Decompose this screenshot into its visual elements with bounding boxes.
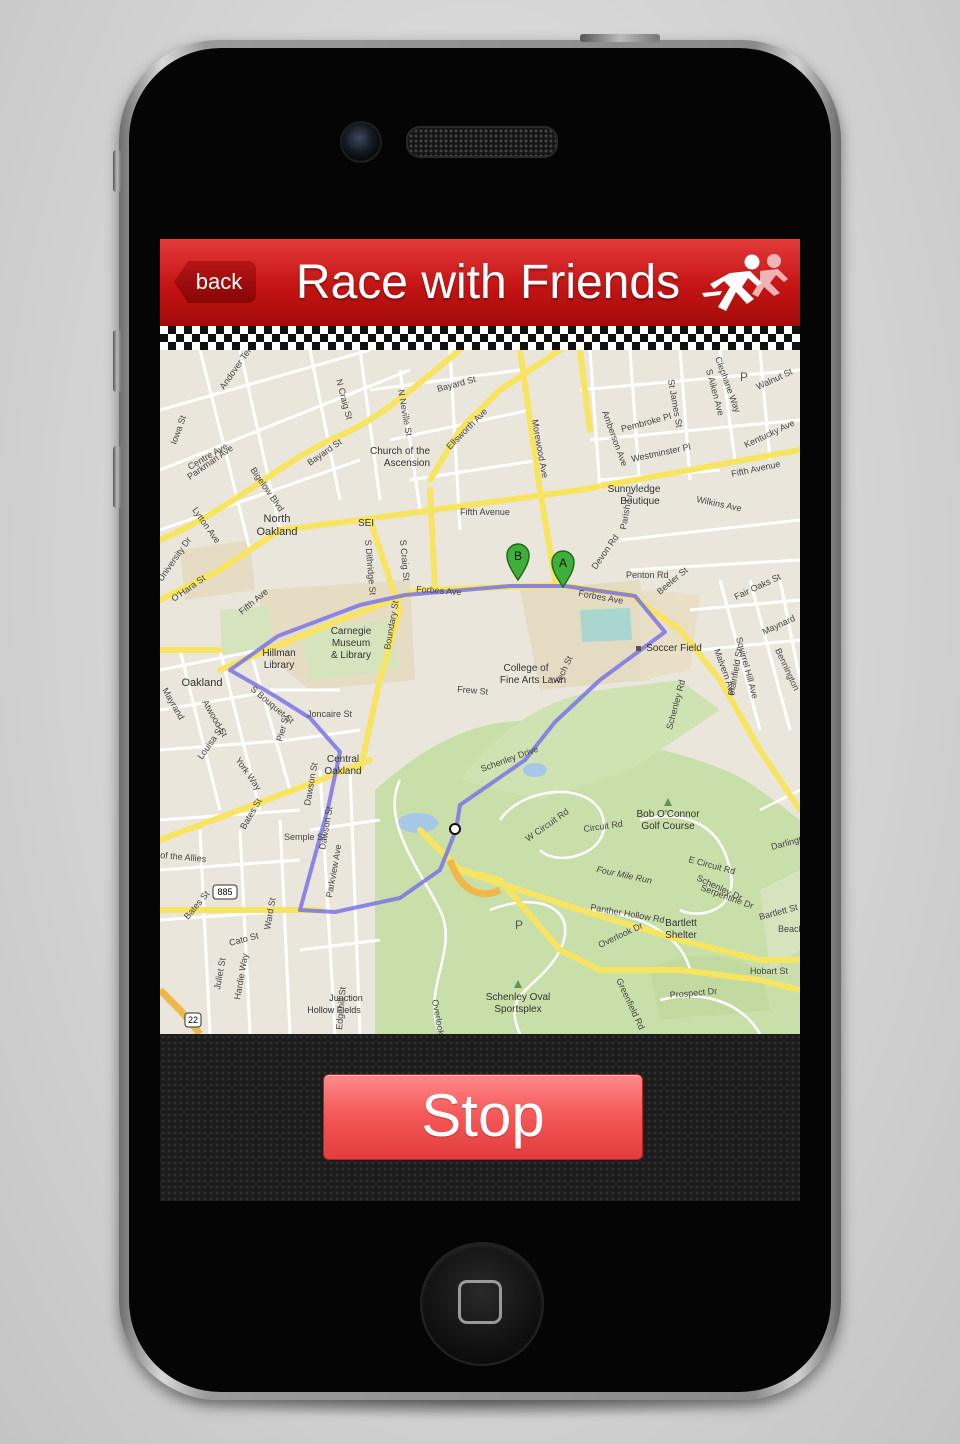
street-label: S Craig St [398, 539, 412, 581]
soccer-field-icon [636, 646, 641, 651]
place-label: Sportsplex [494, 1004, 541, 1015]
highway-22-badge: 22 [188, 1015, 198, 1025]
place-label: Golf Course [641, 821, 695, 832]
place-label: Oakland [324, 766, 361, 777]
street-label: Beach [778, 924, 800, 934]
street-label: Iowa St [168, 414, 188, 446]
place-label: Library [264, 660, 295, 671]
street-label: N Neville St [396, 389, 414, 438]
map-areas [180, 540, 800, 1034]
street-label: Frew St [457, 684, 489, 697]
page-title: Race with Friends [295, 256, 681, 309]
parking-icon: P [515, 918, 523, 932]
street-label: Ward St [262, 896, 278, 930]
place-label: College of [503, 663, 548, 674]
checkered-flag-strip [160, 326, 800, 350]
place-label: North [264, 513, 291, 525]
home-button[interactable] [420, 1242, 544, 1366]
street-label: Mayrand [160, 686, 186, 721]
place-label: Soccer Field [646, 643, 702, 654]
street-label: Juliet St [212, 957, 227, 991]
app-screen: back Race with Friends B A North Oakland… [160, 239, 800, 1201]
marker-a-label: A [559, 556, 567, 570]
place-label: Bob O'Connor [636, 809, 700, 820]
runners-icon [702, 254, 788, 311]
street-label: Wilkins Ave [696, 494, 743, 513]
street-label: Cato St [228, 930, 260, 948]
street-label: Semple St [284, 832, 326, 842]
header-bar: back Race with Friends [160, 239, 800, 326]
street-label: Joncaire St [307, 709, 353, 719]
place-label: Church of the [370, 446, 430, 457]
marker-b-label: B [514, 549, 522, 563]
place-label: Schenley Oval [486, 992, 550, 1003]
current-position-marker [449, 823, 461, 835]
parking-icon: P [740, 370, 748, 384]
street-label: Pier St [274, 713, 291, 742]
street-label: Hobart St [750, 966, 789, 976]
place-label: Central [327, 754, 359, 765]
street-label: Fifth Avenue [460, 507, 510, 517]
stop-button[interactable]: Stop [323, 1074, 643, 1160]
place-label: Hollow Fields [307, 1005, 361, 1015]
home-square-icon [458, 1280, 502, 1324]
bottom-toolbar: Stop [160, 1034, 800, 1201]
volume-down-button [113, 446, 121, 508]
place-label: Oakland [257, 526, 298, 538]
street-label: Penton Rd [626, 570, 669, 580]
volume-up-button [113, 330, 121, 392]
marker-b[interactable]: B [506, 543, 530, 582]
front-camera [340, 121, 382, 163]
route-map[interactable]: B A North Oakland Church of the Ascensio… [160, 350, 800, 1034]
place-label: Hillman [262, 648, 295, 659]
street-label: Westminster Pl [630, 442, 691, 464]
place-label: & Library [331, 650, 371, 661]
place-label: Shelter [665, 930, 697, 941]
place-label: Carnegie [331, 626, 372, 637]
street-label: Bayard St [436, 374, 477, 394]
back-button[interactable]: back [174, 261, 256, 303]
street-label: Pembroke Pl [620, 411, 672, 434]
earpiece-speaker [406, 126, 558, 158]
street-label: Ellsworth Ave [444, 406, 489, 451]
street-label: Fair Oaks St [733, 571, 783, 601]
place-label: Bartlett [665, 918, 697, 929]
place-label: Ascension [384, 458, 430, 469]
highway-885-badge: 885 [217, 887, 232, 897]
power-button [580, 34, 660, 42]
place-label: Oakland [182, 677, 223, 689]
place-label: SEI [358, 518, 374, 529]
mute-switch [113, 150, 121, 192]
place-label: Museum [332, 638, 370, 649]
street-label: Devon Rd [589, 533, 620, 572]
